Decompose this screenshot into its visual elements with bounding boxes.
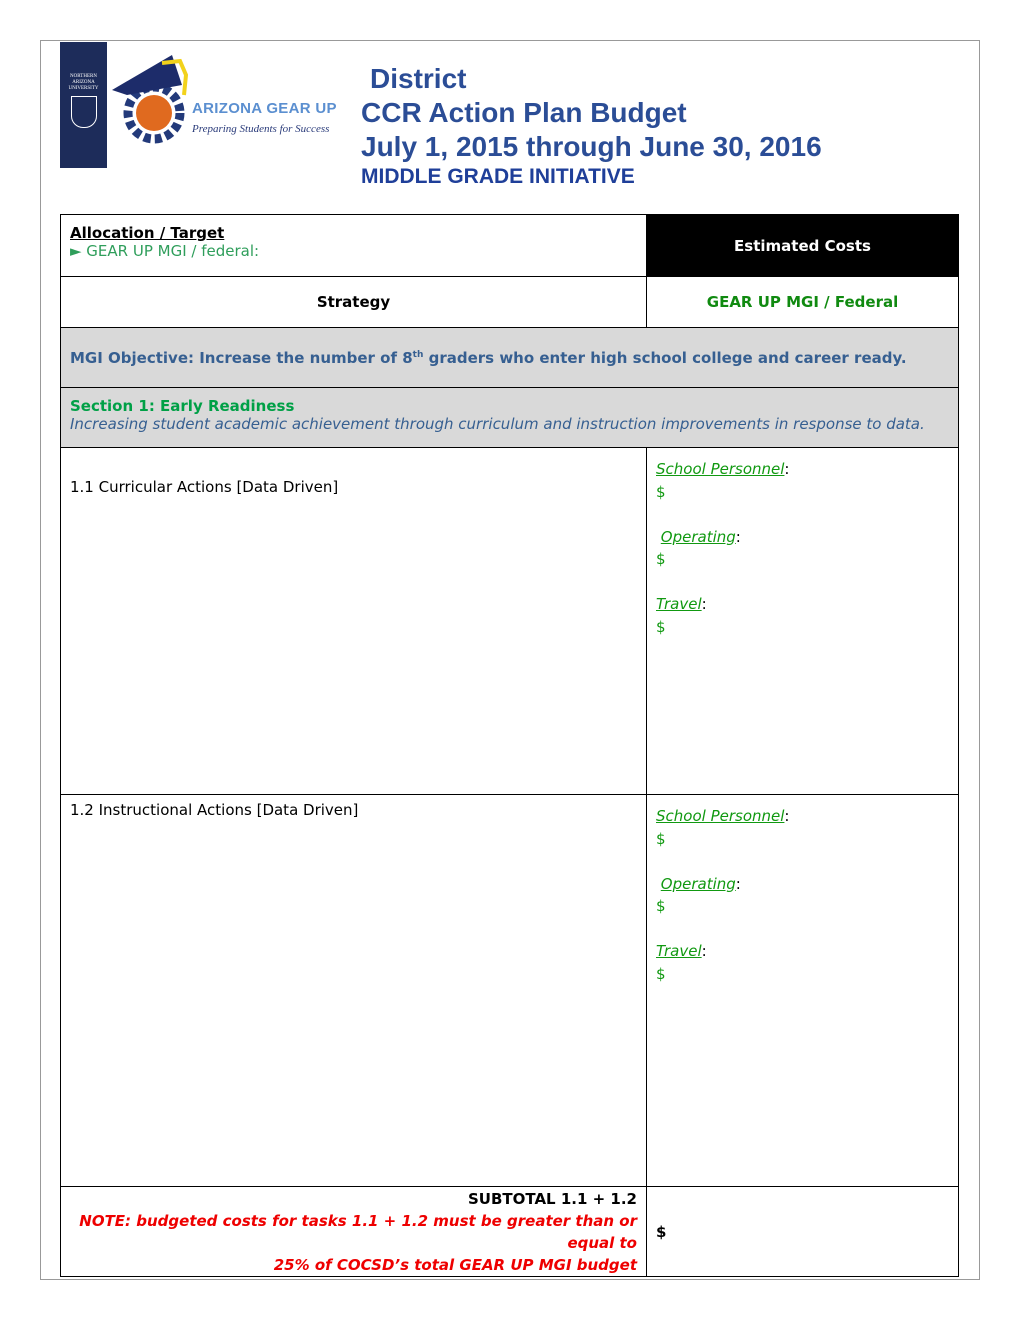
strategy-header: Strategy: [60, 276, 647, 328]
subtotal-label: SUBTOTAL 1.1 + 1.2: [467, 1190, 637, 1208]
title-initiative: MIDDLE GRADE INITIATIVE: [361, 165, 635, 188]
subtotal-cell: SUBTOTAL 1.1 + 1.2 NOTE: budgeted costs f…: [60, 1186, 647, 1277]
budget-table: Allocation / Target ► GEAR UP MGI / feder…: [60, 214, 959, 1277]
strategy-row-1-1[interactable]: 1.1 Curricular Actions [Data Driven]: [60, 447, 647, 795]
section-description: Increasing student academic achievement …: [70, 415, 925, 433]
cost-cell-1-2[interactable]: School Personnel: $ Operating: $ Travel: $: [646, 794, 959, 1187]
estimated-costs-header: Estimated Costs: [646, 214, 959, 277]
nau-logo-text: NORTHERN ARIZONA UNIVERSITY: [68, 74, 99, 91]
funding-header: GEAR UP MGI / Federal: [646, 276, 959, 328]
section-row: Section 1: Early Readiness Increasing stu…: [60, 387, 959, 448]
note-line-2: 25% of COCSD’s total GEAR UP MGI budget: [273, 1256, 637, 1274]
title-dates: July 1, 2015 through June 30, 2016: [361, 131, 822, 162]
allocation-item[interactable]: ► GEAR UP MGI / federal:: [70, 242, 259, 260]
title-plan: CCR Action Plan Budget: [361, 97, 687, 128]
allocation-cell: Allocation / Target ► GEAR UP MGI / feder…: [60, 214, 647, 277]
logo-name: ARIZONA GEAR UP: [192, 100, 337, 117]
nau-logo: NORTHERN ARIZONA UNIVERSITY: [60, 42, 107, 168]
title-block: District CCR Action Plan Budget July 1, …: [361, 62, 822, 190]
shield-icon: [70, 96, 97, 128]
objective-row: MGI Objective: Increase the number of 8t…: [60, 327, 959, 388]
title-district: District: [370, 63, 467, 94]
graduation-gear-icon: [112, 55, 189, 144]
gear-up-logo: ARIZONA GEAR UP Preparing Students for S…: [112, 55, 342, 150]
strategy-row-1-2[interactable]: 1.2 Instructional Actions [Data Driven]: [60, 794, 647, 1187]
subtotal-value[interactable]: $: [646, 1186, 959, 1277]
logo-tagline: Preparing Students for Success: [192, 123, 330, 135]
section-title: Section 1: Early Readiness: [70, 397, 295, 415]
allocation-label: Allocation / Target: [70, 224, 225, 242]
cost-cell-1-1[interactable]: School Personnel: $ Operating: $ Travel: $: [646, 447, 959, 795]
note-line-1: NOTE: budgeted costs for tasks 1.1 + 1.2…: [79, 1212, 637, 1252]
